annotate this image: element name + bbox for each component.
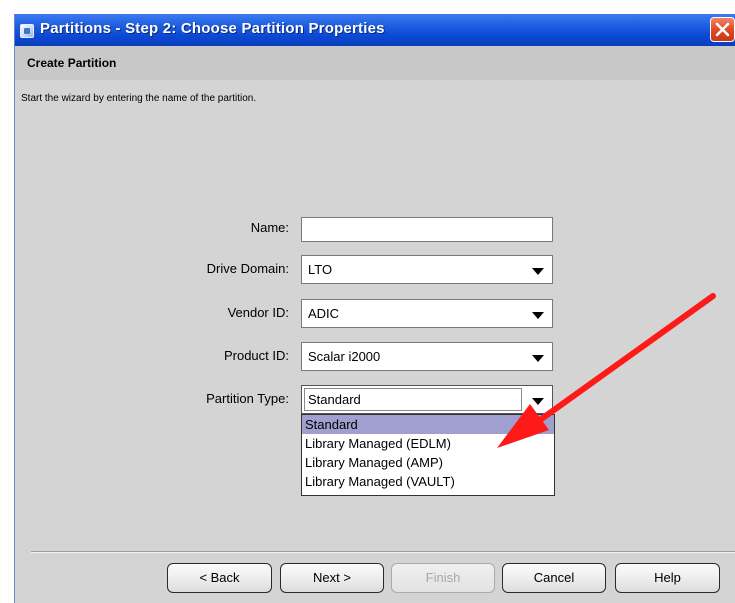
finish-button[interactable]: Finish	[391, 563, 495, 593]
back-button[interactable]: < Back	[167, 563, 272, 593]
vendor-id-select[interactable]: ADIC	[301, 299, 553, 328]
application-icon	[20, 24, 34, 38]
product-id-value: Scalar i2000	[308, 349, 381, 364]
close-button[interactable]	[710, 17, 735, 42]
partition-type-label: Partition Type:	[206, 391, 289, 406]
drive-domain-select[interactable]: LTO	[301, 255, 553, 284]
section-header: Create Partition	[15, 46, 735, 80]
help-button[interactable]: Help	[615, 563, 720, 593]
dropdown-option-vault[interactable]: Library Managed (VAULT)	[302, 472, 554, 491]
dropdown-option-standard[interactable]: Standard	[302, 415, 554, 434]
chevron-down-icon[interactable]	[532, 398, 544, 405]
partition-type-select[interactable]: Standard	[301, 385, 553, 414]
drive-domain-value: LTO	[308, 262, 333, 277]
chevron-down-icon[interactable]	[532, 355, 544, 362]
section-title: Create Partition	[27, 56, 117, 70]
title-bar[interactable]: Partitions - Step 2: Choose Partition Pr…	[15, 14, 735, 46]
window-title: Partitions - Step 2: Choose Partition Pr…	[40, 20, 385, 37]
next-button[interactable]: Next >	[280, 563, 384, 593]
instruction-text: Start the wizard by entering the name of…	[21, 93, 257, 104]
wizard-window: Partitions - Step 2: Choose Partition Pr…	[14, 14, 735, 603]
name-label: Name:	[250, 220, 289, 235]
vendor-id-label: Vendor ID:	[227, 305, 289, 320]
partition-type-dropdown[interactable]: Standard Library Managed (EDLM) Library …	[301, 414, 555, 496]
dropdown-option-amp[interactable]: Library Managed (AMP)	[302, 453, 554, 472]
cancel-button[interactable]: Cancel	[502, 563, 606, 593]
partition-type-value: Standard	[308, 392, 361, 407]
dropdown-option-edlm[interactable]: Library Managed (EDLM)	[302, 434, 554, 453]
chevron-down-icon[interactable]	[532, 312, 544, 319]
vendor-id-value: ADIC	[308, 306, 340, 321]
close-icon	[715, 22, 730, 37]
footer-separator	[31, 551, 735, 553]
drive-domain-label: Drive Domain:	[206, 261, 289, 276]
product-id-select[interactable]: Scalar i2000	[301, 342, 553, 371]
name-input[interactable]	[301, 217, 553, 242]
product-id-label: Product ID:	[223, 348, 289, 363]
chevron-down-icon[interactable]	[532, 268, 544, 275]
